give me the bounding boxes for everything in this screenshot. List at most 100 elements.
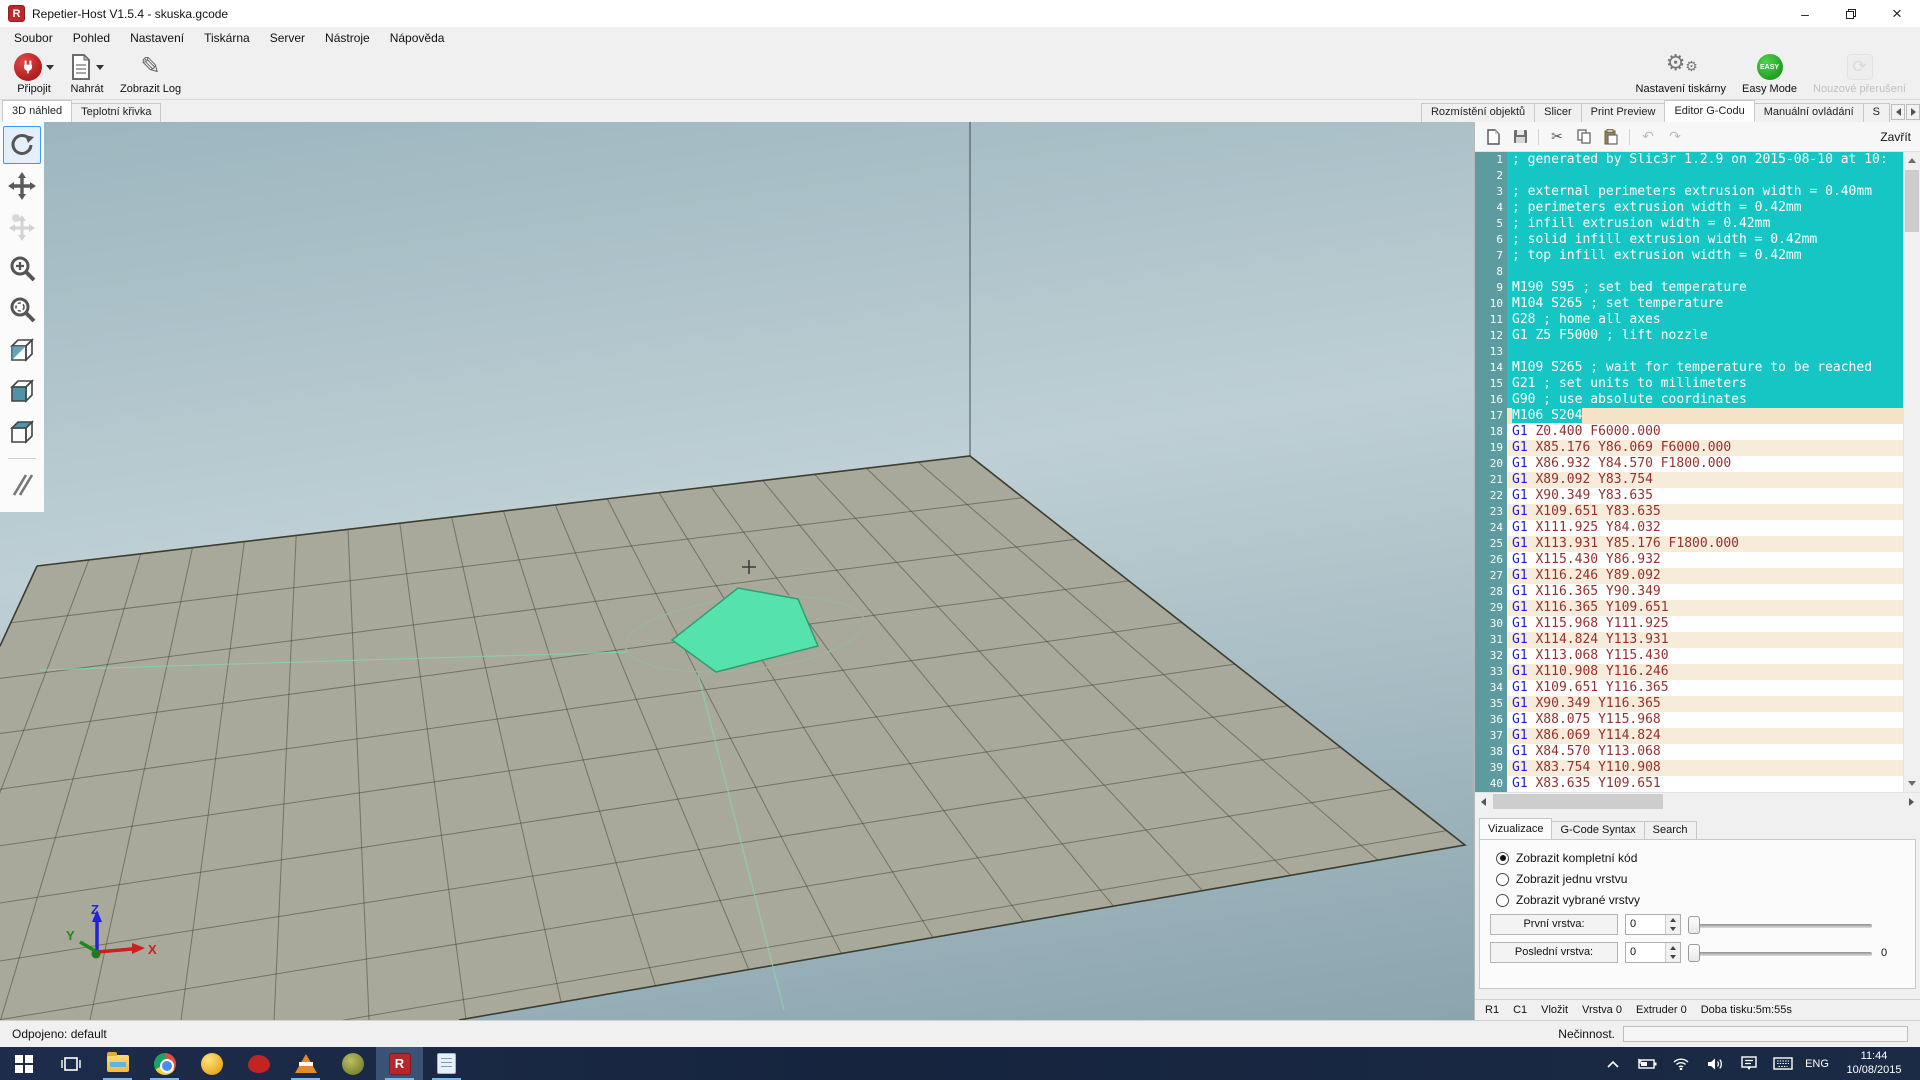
zoom-button[interactable]	[3, 249, 41, 287]
taskbar-canary-button[interactable]	[188, 1047, 235, 1080]
spin-down-button[interactable]	[1666, 953, 1680, 963]
gcode-line[interactable]: 39G1 X83.754 Y110.908	[1475, 760, 1903, 776]
gcode-line[interactable]: 15G21 ; set units to millimeters	[1475, 376, 1903, 392]
taskbar-olive-app-button[interactable]	[329, 1047, 376, 1080]
first-layer-spinner[interactable]: 0	[1625, 914, 1681, 935]
gcode-line[interactable]: 10M104 S265 ; set temperature	[1475, 296, 1903, 312]
taskbar-red-app-button[interactable]	[235, 1047, 282, 1080]
gcode-line[interactable]: 18G1 Z0.400 F6000.000	[1475, 424, 1903, 440]
gcode-line[interactable]: 7; top infill extrusion width = 0.42mm	[1475, 248, 1903, 264]
show-log-button[interactable]: ✎ Zobrazit Log	[112, 49, 189, 99]
connect-button[interactable]: Připojit	[6, 49, 62, 99]
radio-icon[interactable]	[1496, 852, 1509, 865]
gcode-line[interactable]: 28G1 X116.365 Y90.349	[1475, 584, 1903, 600]
taskbar-chrome-button[interactable]	[141, 1047, 188, 1080]
isometric-view-button[interactable]	[3, 331, 41, 369]
gcode-line[interactable]: 40G1 X83.635 Y109.651	[1475, 776, 1903, 792]
gcode-line[interactable]: 6; solid infill extrusion width = 0.42mm	[1475, 232, 1903, 248]
gcode-line[interactable]: 23G1 X109.651 Y83.635	[1475, 504, 1903, 520]
spin-up-button[interactable]	[1666, 943, 1680, 953]
taskbar-vlc-button[interactable]	[282, 1047, 329, 1080]
gcode-line[interactable]: 13	[1475, 344, 1903, 360]
tab-slicer[interactable]: Slicer	[1534, 103, 1582, 122]
gcode-line[interactable]: 21G1 X89.092 Y83.754	[1475, 472, 1903, 488]
gcode-line[interactable]: 25G1 X113.931 Y85.176 F1800.000	[1475, 536, 1903, 552]
3d-viewport[interactable]: Z X Y	[0, 122, 1474, 1020]
rotate-view-button[interactable]	[3, 126, 41, 164]
front-view-button[interactable]	[3, 372, 41, 410]
scroll-right-button[interactable]	[1903, 793, 1920, 810]
tab-scroll-left-button[interactable]	[1891, 104, 1905, 120]
gcode-line[interactable]: 2	[1475, 168, 1903, 184]
gcode-line[interactable]: 11G28 ; home all axes	[1475, 312, 1903, 328]
menu-server[interactable]: Server	[260, 28, 315, 48]
radio-icon[interactable]	[1496, 873, 1509, 886]
scroll-up-button[interactable]	[1904, 152, 1920, 169]
gcode-line[interactable]: 33G1 X110.908 Y116.246	[1475, 664, 1903, 680]
scroll-down-button[interactable]	[1904, 775, 1920, 792]
gcode-line[interactable]: 14M109 S265 ; wait for temperature to be…	[1475, 360, 1903, 376]
spin-up-button[interactable]	[1666, 915, 1680, 925]
easy-mode-button[interactable]: EASY Easy Mode	[1734, 49, 1805, 99]
tray-keyboard-button[interactable]	[1766, 1047, 1800, 1080]
tab-temperature-curve[interactable]: Teplotní křivka	[71, 103, 161, 122]
scroll-left-button[interactable]	[1475, 793, 1492, 810]
gcode-line[interactable]: 37G1 X86.069 Y114.824	[1475, 728, 1903, 744]
tray-volume-button[interactable]	[1698, 1047, 1732, 1080]
gcode-line[interactable]: 35G1 X90.349 Y116.365	[1475, 696, 1903, 712]
menu-tiskarna[interactable]: Tiskárna	[194, 28, 260, 48]
tab-print-preview[interactable]: Print Preview	[1581, 103, 1666, 122]
gcode-line[interactable]: 26G1 X115.430 Y86.932	[1475, 552, 1903, 568]
vertical-scroll-thumb[interactable]	[1905, 170, 1919, 232]
gcode-line[interactable]: 36G1 X88.075 Y115.968	[1475, 712, 1903, 728]
horizontal-scroll-thumb[interactable]	[1493, 794, 1663, 809]
tray-wifi-button[interactable]	[1664, 1047, 1698, 1080]
gcode-line[interactable]: 24G1 X111.925 Y84.032	[1475, 520, 1903, 536]
copy-button[interactable]	[1575, 128, 1593, 146]
gcode-line[interactable]: 4; perimeters extrusion width = 0.42mm	[1475, 200, 1903, 216]
fit-view-button[interactable]	[3, 290, 41, 328]
tab-gcode-editor[interactable]: Editor G-Codu	[1664, 100, 1754, 122]
task-view-button[interactable]	[47, 1047, 94, 1080]
gcode-line[interactable]: 38G1 X84.570 Y113.068	[1475, 744, 1903, 760]
connect-dropdown-icon[interactable]	[46, 65, 54, 70]
tab-manual-control[interactable]: Manuální ovládání	[1754, 103, 1864, 122]
radio-show-layer-range[interactable]: Zobrazit vybrané vrstvy	[1496, 893, 1915, 907]
slider-thumb[interactable]	[1688, 916, 1700, 934]
gcode-line[interactable]: 31G1 X114.824 Y113.931	[1475, 632, 1903, 648]
last-layer-slider[interactable]	[1688, 943, 1872, 963]
gcode-line[interactable]: 8	[1475, 264, 1903, 280]
gcode-line[interactable]: 30G1 X115.968 Y111.925	[1475, 616, 1903, 632]
load-button[interactable]: Nahrát	[62, 49, 112, 99]
tab-gcode-syntax[interactable]: G-Code Syntax	[1551, 821, 1644, 839]
gcode-line[interactable]: 34G1 X109.651 Y116.365	[1475, 680, 1903, 696]
tab-more-cut[interactable]: S	[1863, 103, 1890, 122]
tab-search[interactable]: Search	[1644, 821, 1697, 839]
gcode-line[interactable]: 20G1 X86.932 Y84.570 F1800.000	[1475, 456, 1903, 472]
new-file-button[interactable]	[1484, 128, 1502, 146]
tray-notifications-button[interactable]	[1732, 1047, 1766, 1080]
tray-battery-button[interactable]	[1630, 1047, 1664, 1080]
gcode-line[interactable]: 12G1 Z5 F5000 ; lift nozzle	[1475, 328, 1903, 344]
menu-napoveda[interactable]: Nápověda	[380, 28, 455, 48]
last-layer-button[interactable]: Poslední vrstva:	[1490, 942, 1618, 963]
first-layer-slider[interactable]	[1688, 915, 1872, 935]
gcode-line[interactable]: 17M106 S204	[1475, 408, 1903, 424]
paste-button[interactable]	[1602, 128, 1620, 146]
radio-show-single-layer[interactable]: Zobrazit jednu vrstvu	[1496, 872, 1915, 886]
tray-clock[interactable]: 11:44 10/08/2015	[1834, 1047, 1920, 1080]
top-view-button[interactable]	[3, 413, 41, 451]
restore-button[interactable]	[1828, 0, 1874, 27]
taskbar-repetier-button[interactable]: R	[376, 1047, 423, 1080]
cut-button[interactable]: ✂	[1548, 128, 1566, 146]
close-button[interactable]: ×	[1874, 0, 1920, 27]
radio-icon[interactable]	[1496, 894, 1509, 907]
slider-thumb[interactable]	[1688, 944, 1700, 962]
gcode-line[interactable]: 29G1 X116.365 Y109.651	[1475, 600, 1903, 616]
parallel-projection-button[interactable]	[3, 466, 41, 504]
tab-3d-preview[interactable]: 3D náhled	[2, 100, 72, 122]
tab-object-placement[interactable]: Rozmístění objektů	[1421, 103, 1535, 122]
horizontal-scrollbar[interactable]	[1475, 792, 1920, 809]
gcode-line[interactable]: 19G1 X85.176 Y86.069 F6000.000	[1475, 440, 1903, 456]
last-layer-spinner[interactable]: 0	[1625, 942, 1681, 963]
